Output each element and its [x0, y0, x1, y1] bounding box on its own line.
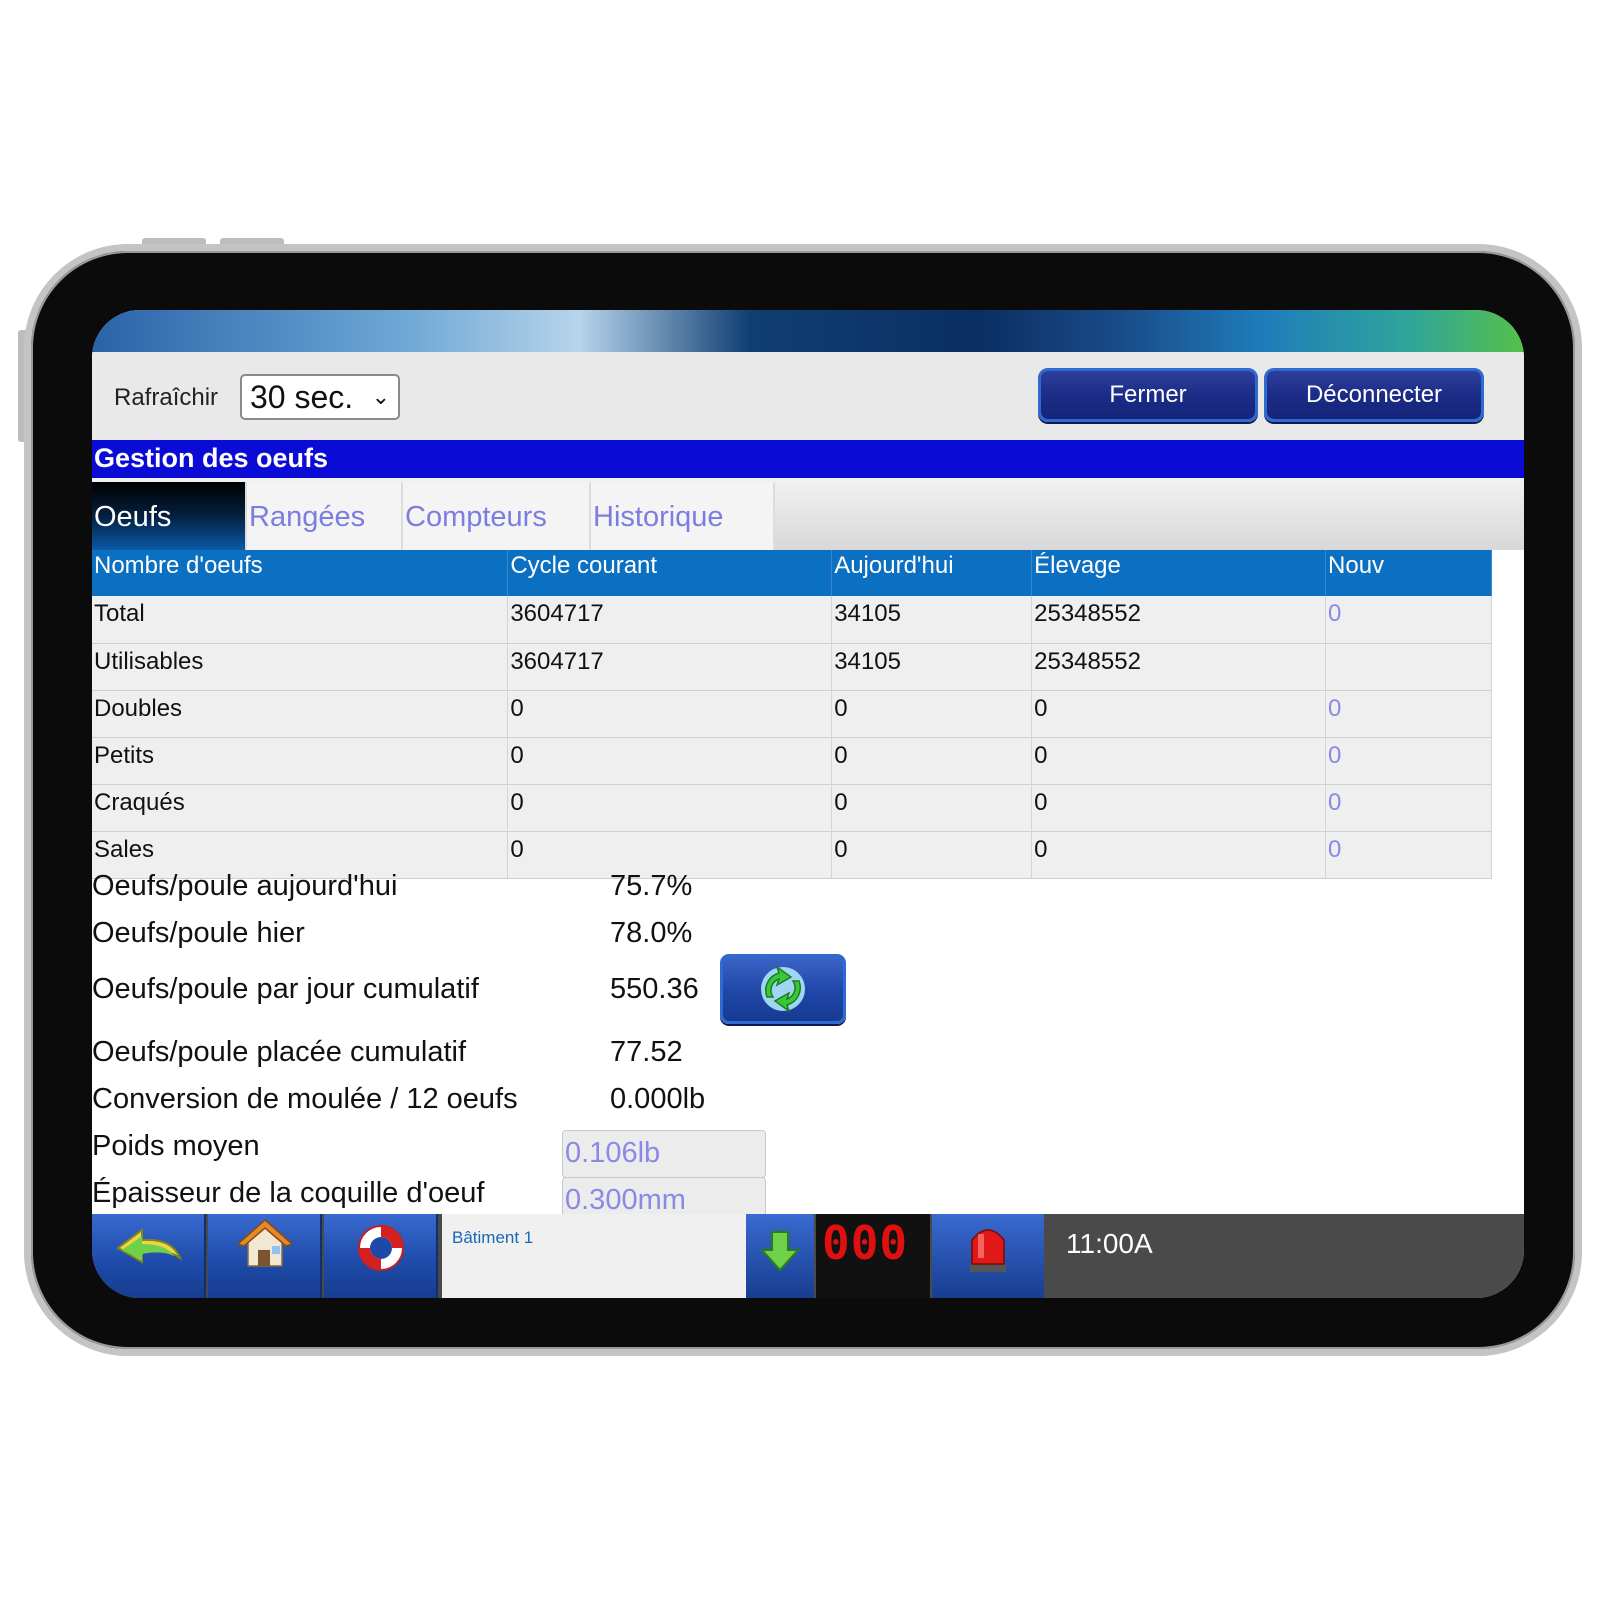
- table-cell: 0: [831, 690, 1033, 738]
- alarm-button[interactable]: [932, 1214, 1044, 1298]
- table-row: Utilisables 3604717 34105 25348552: [92, 643, 1492, 691]
- close-button[interactable]: Fermer: [1038, 368, 1258, 422]
- counter-value: 000: [822, 1216, 909, 1270]
- stat-value: 550.36: [610, 973, 699, 1005]
- column-header: Élevage: [1031, 550, 1327, 596]
- new-count-link[interactable]: 0: [1325, 831, 1492, 879]
- building-name: Bâtiment 1: [452, 1228, 534, 1247]
- stat-value: 77.52: [610, 1036, 683, 1068]
- stat-value: 78.0%: [610, 917, 693, 949]
- stat-label: Épaisseur de la coquille d'oeuf: [92, 1177, 485, 1209]
- home-button[interactable]: [208, 1214, 322, 1298]
- table-cell: 3604717: [507, 596, 833, 644]
- header-banner: [92, 310, 1524, 352]
- section-title: Gestion des oeufs: [92, 440, 1524, 478]
- refresh-select[interactable]: 30 sec. ⌄: [240, 374, 400, 420]
- table-cell: 0: [507, 784, 833, 832]
- alarm-beacon-icon: [970, 1229, 1006, 1272]
- back-button[interactable]: [92, 1214, 206, 1298]
- recycle-arrows-icon: [761, 965, 805, 1013]
- new-count-link[interactable]: 0: [1325, 784, 1492, 832]
- column-header: Nombre d'oeufs: [92, 550, 509, 596]
- refresh-label: Rafraîchir: [114, 384, 219, 411]
- stat-label: Oeufs/poule placée cumulatif: [92, 1036, 466, 1068]
- table-cell: 3604717: [507, 643, 833, 691]
- help-button[interactable]: [324, 1214, 438, 1298]
- download-button[interactable]: [746, 1214, 814, 1298]
- new-count-link[interactable]: 0: [1325, 690, 1492, 738]
- table-cell: 25348552: [1031, 643, 1327, 691]
- stat-label: Oeufs/poule aujourd'hui: [92, 870, 398, 902]
- new-count-link[interactable]: 0: [1325, 596, 1492, 644]
- table-cell: [1325, 643, 1492, 691]
- table-cell: 34105: [831, 643, 1033, 691]
- row-label: Petits: [92, 737, 509, 785]
- column-header: Nouv: [1325, 550, 1492, 596]
- table-cell: 0: [831, 784, 1033, 832]
- column-header: Cycle courant: [507, 550, 833, 596]
- tab-bar: Oeufs Rangées Compteurs Historique: [92, 478, 1524, 550]
- table-cell: 25348552: [1031, 596, 1327, 644]
- row-label: Utilisables: [92, 643, 509, 691]
- table-cell: 0: [507, 690, 833, 738]
- table-cell: 0: [1031, 831, 1327, 879]
- avg-weight-input[interactable]: 0.106lb: [562, 1130, 766, 1178]
- table-header-row: Nombre d'oeufs Cycle courant Aujourd'hui…: [92, 550, 1492, 596]
- building-selector[interactable]: Bâtiment 1: [442, 1214, 746, 1298]
- clock: 11:00A: [1066, 1228, 1153, 1259]
- row-label: Total: [92, 596, 509, 644]
- alarm-counter: 000: [816, 1214, 930, 1298]
- logout-button[interactable]: Déconnecter: [1264, 368, 1484, 422]
- table-cell: 0: [1031, 737, 1327, 785]
- tab-historique[interactable]: Historique: [591, 482, 775, 550]
- table-cell: 0: [507, 737, 833, 785]
- egg-count-table: Nombre d'oeufs Cycle courant Aujourd'hui…: [92, 550, 1492, 879]
- row-label: Craqués: [92, 784, 509, 832]
- stat-label: Oeufs/poule par jour cumulatif: [92, 973, 479, 1005]
- new-count-link[interactable]: 0: [1325, 737, 1492, 785]
- table-cell: 0: [1031, 784, 1327, 832]
- row-label: Doubles: [92, 690, 509, 738]
- down-arrow-icon: [759, 1231, 801, 1272]
- stat-value: 75.7%: [610, 870, 693, 902]
- screen: Rafraîchir 30 sec. ⌄ Fermer Déconnecter …: [92, 310, 1524, 1298]
- chevron-down-icon: ⌄: [371, 384, 390, 409]
- tab-oeufs[interactable]: Oeufs: [92, 482, 247, 550]
- refresh-value: 30 sec.: [250, 379, 354, 415]
- stat-value: 0.000lb: [610, 1083, 706, 1115]
- table-row: Petits 0 0 0 0: [92, 737, 1492, 785]
- stat-label: Poids moyen: [92, 1130, 260, 1162]
- stat-label: Conversion de moulée / 12 oeufs: [92, 1083, 518, 1115]
- table-row: Total 3604717 34105 25348552 0: [92, 596, 1492, 644]
- recalculate-button[interactable]: [720, 954, 846, 1024]
- table-cell: 0: [831, 737, 1033, 785]
- home-icon: [236, 1218, 294, 1267]
- lifebuoy-icon: [358, 1225, 404, 1271]
- tab-compteurs[interactable]: Compteurs: [403, 482, 591, 550]
- stat-label: Oeufs/poule hier: [92, 917, 305, 949]
- table-cell: 0: [1031, 690, 1327, 738]
- table-row: Doubles 0 0 0 0: [92, 690, 1492, 738]
- back-arrow-icon: [116, 1228, 183, 1264]
- column-header: Aujourd'hui: [831, 550, 1033, 596]
- bottom-bar: Bâtiment 1 000 11:00A: [92, 1214, 1524, 1298]
- table-row: Craqués 0 0 0 0: [92, 784, 1492, 832]
- table-cell: 34105: [831, 596, 1033, 644]
- tab-rangees[interactable]: Rangées: [247, 482, 403, 550]
- toolbar: Rafraîchir 30 sec. ⌄ Fermer Déconnecter: [92, 352, 1524, 440]
- table-cell: 0: [831, 831, 1033, 879]
